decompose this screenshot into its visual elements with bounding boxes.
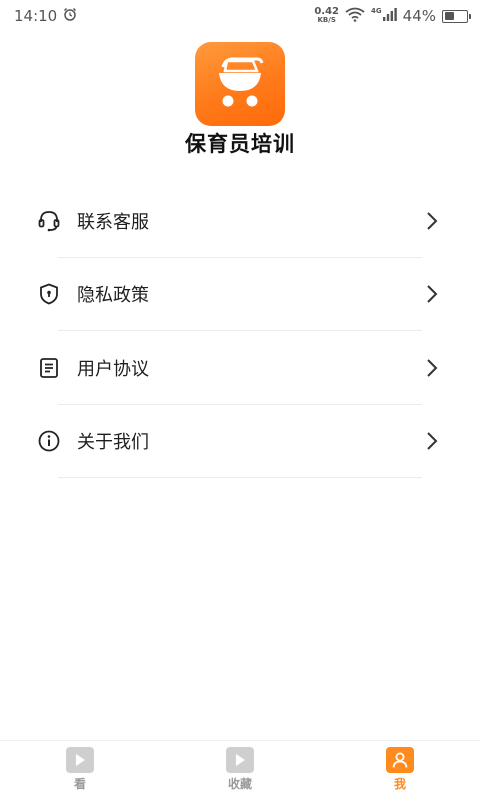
network-speed: 0.42 KB/S (314, 7, 339, 25)
play-video-icon (226, 747, 254, 773)
chevron-right-icon (424, 283, 440, 305)
tab-label: 看 (73, 777, 86, 791)
tab-watch[interactable]: 看 (0, 741, 160, 800)
stroller-icon (209, 53, 271, 115)
chevron-right-icon (424, 430, 440, 452)
profile-header: 保育员培训 (0, 42, 480, 158)
wifi-icon (345, 7, 365, 26)
signal-icon (382, 7, 397, 25)
headset-icon (36, 208, 62, 234)
app-logo (195, 42, 285, 126)
info-icon (36, 428, 62, 454)
document-icon (36, 355, 62, 381)
cell-signal: 4G (371, 7, 397, 25)
app-name: 保育员培训 (185, 132, 295, 156)
status-time: 14:10 (14, 7, 58, 25)
tab-favorites[interactable]: 收藏 (160, 741, 320, 800)
status-right: 0.42 KB/S 4G 44% (314, 7, 471, 26)
status-left: 14:10 (14, 7, 77, 25)
tab-label: 我 (393, 777, 406, 791)
tab-me[interactable]: 我 (320, 741, 480, 800)
status-bar: 14:10 0.42 KB/S 4G 44% (0, 0, 480, 32)
network-speed-unit: KB/S (317, 16, 336, 24)
menu-item-customer-service[interactable]: 联系客服 (0, 184, 480, 258)
divider (58, 477, 422, 478)
network-speed-value: 0.42 (314, 6, 340, 17)
user-icon (386, 747, 414, 773)
play-video-icon (66, 747, 94, 773)
menu-item-label: 关于我们 (77, 432, 149, 454)
network-type: 4G (371, 7, 382, 15)
battery-icon (442, 9, 471, 23)
shield-icon (36, 281, 62, 307)
menu-item-label: 联系客服 (77, 211, 149, 233)
menu-item-user-agreement[interactable]: 用户协议 (0, 331, 480, 405)
chevron-right-icon (424, 357, 440, 379)
menu-item-about-us[interactable]: 关于我们 (0, 405, 480, 478)
menu-item-privacy-policy[interactable]: 隐私政策 (0, 258, 480, 331)
menu-item-label: 隐私政策 (77, 285, 149, 307)
chevron-right-icon (424, 210, 440, 232)
battery-percent: 44% (402, 7, 436, 25)
battery-level (444, 12, 454, 20)
settings-menu: 联系客服 隐私政策 用户协议 关于我们 (0, 184, 480, 478)
menu-item-label: 用户协议 (77, 358, 149, 380)
bottom-nav: 看 收藏 我 (0, 740, 480, 800)
tab-label: 收藏 (227, 777, 252, 791)
alarm-icon (63, 7, 77, 25)
